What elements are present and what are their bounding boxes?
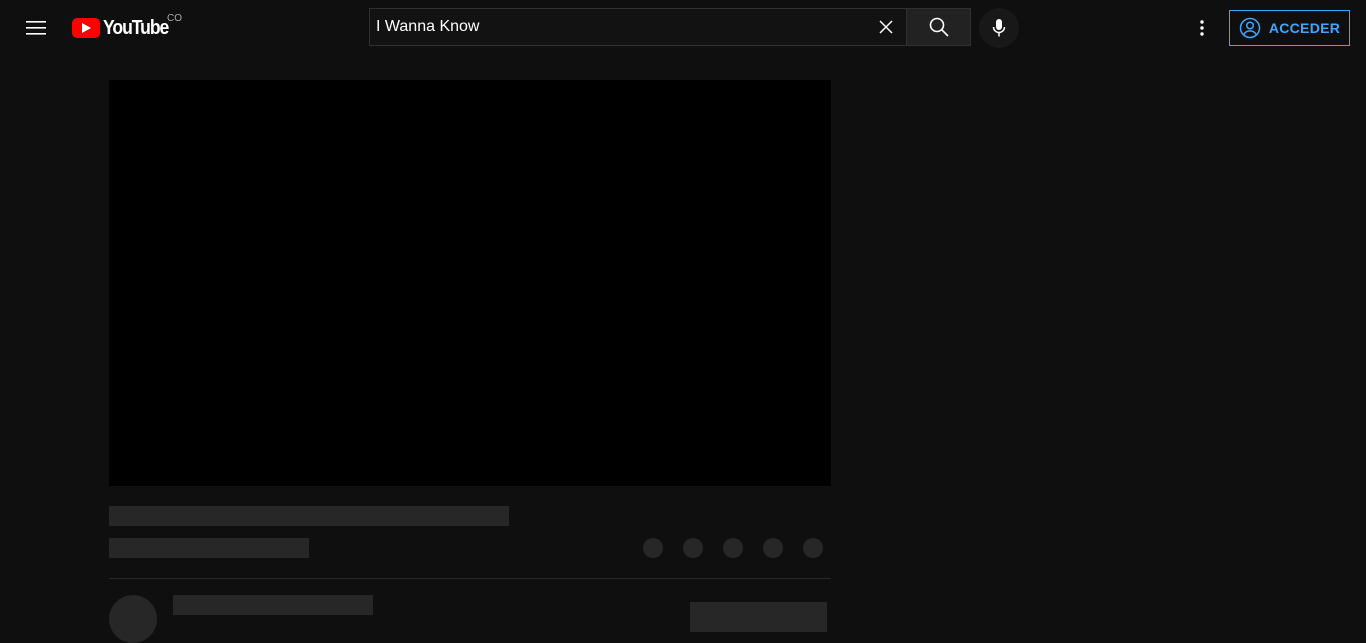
video-player[interactable]: [109, 80, 831, 486]
account-circle-icon: [1239, 17, 1261, 39]
subscribe-button-skeleton: [690, 602, 827, 632]
title-skeleton: [109, 506, 509, 526]
microphone-icon: [992, 19, 1006, 37]
channel-avatar-skeleton: [109, 595, 157, 643]
views-skeleton: [109, 538, 309, 558]
search-input[interactable]: [370, 9, 870, 45]
sign-in-label: ACCEDER: [1268, 20, 1341, 36]
vertical-dots-icon: [1200, 20, 1204, 36]
clear-search-button[interactable]: [870, 11, 902, 43]
action-button-skeleton: [683, 538, 703, 558]
search-button[interactable]: [906, 8, 971, 46]
action-button-skeleton: [643, 538, 663, 558]
search-icon: [929, 17, 949, 37]
action-button-skeleton: [763, 538, 783, 558]
settings-button[interactable]: [1186, 12, 1218, 44]
action-button-skeleton: [723, 538, 743, 558]
logo-wordmark: YouTube: [103, 16, 169, 39]
close-icon: [879, 20, 893, 34]
search-box: [369, 8, 906, 46]
guide-menu-button[interactable]: [20, 12, 52, 44]
youtube-play-icon: [72, 18, 100, 38]
youtube-logo[interactable]: YouTube: [72, 14, 177, 42]
masthead: YouTube CO I Wanna Know ACCEDER: [0, 0, 1366, 56]
divider: [109, 578, 831, 579]
voice-search-button[interactable]: [979, 8, 1019, 48]
sign-in-button[interactable]: ACCEDER: [1229, 10, 1350, 46]
action-button-skeleton: [803, 538, 823, 558]
hamburger-menu-icon: [26, 21, 46, 35]
country-code: CO: [167, 13, 182, 24]
channel-name-skeleton: [173, 595, 373, 615]
